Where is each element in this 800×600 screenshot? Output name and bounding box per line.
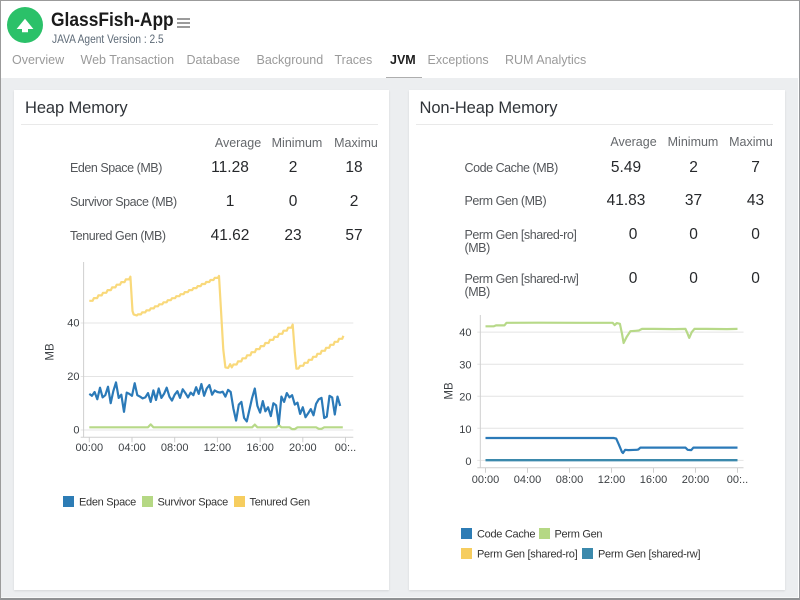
svg-text:08:00: 08:00 xyxy=(161,442,189,454)
svg-text:00:..: 00:.. xyxy=(335,442,356,454)
svg-text:40: 40 xyxy=(67,318,79,330)
svg-text:12:00: 12:00 xyxy=(597,474,625,486)
svg-text:0: 0 xyxy=(465,456,471,468)
svg-text:30: 30 xyxy=(459,360,471,372)
svg-text:16:00: 16:00 xyxy=(246,442,274,454)
svg-text:00:00: 00:00 xyxy=(471,474,499,486)
svg-text:12:00: 12:00 xyxy=(204,442,232,454)
svg-text:20: 20 xyxy=(459,392,471,404)
svg-text:MB: MB xyxy=(443,382,455,400)
svg-text:40: 40 xyxy=(459,327,471,339)
svg-text:08:00: 08:00 xyxy=(555,474,583,486)
svg-text:20: 20 xyxy=(67,371,79,383)
svg-text:00:..: 00:.. xyxy=(726,474,747,486)
svg-text:20:00: 20:00 xyxy=(681,474,709,486)
svg-text:20:00: 20:00 xyxy=(289,442,317,454)
svg-text:04:00: 04:00 xyxy=(118,442,146,454)
svg-text:00:00: 00:00 xyxy=(76,442,104,454)
svg-text:MB: MB xyxy=(45,343,57,361)
svg-text:04:00: 04:00 xyxy=(513,474,541,486)
svg-text:16:00: 16:00 xyxy=(639,474,667,486)
svg-text:10: 10 xyxy=(459,424,471,436)
svg-text:0: 0 xyxy=(73,425,79,437)
